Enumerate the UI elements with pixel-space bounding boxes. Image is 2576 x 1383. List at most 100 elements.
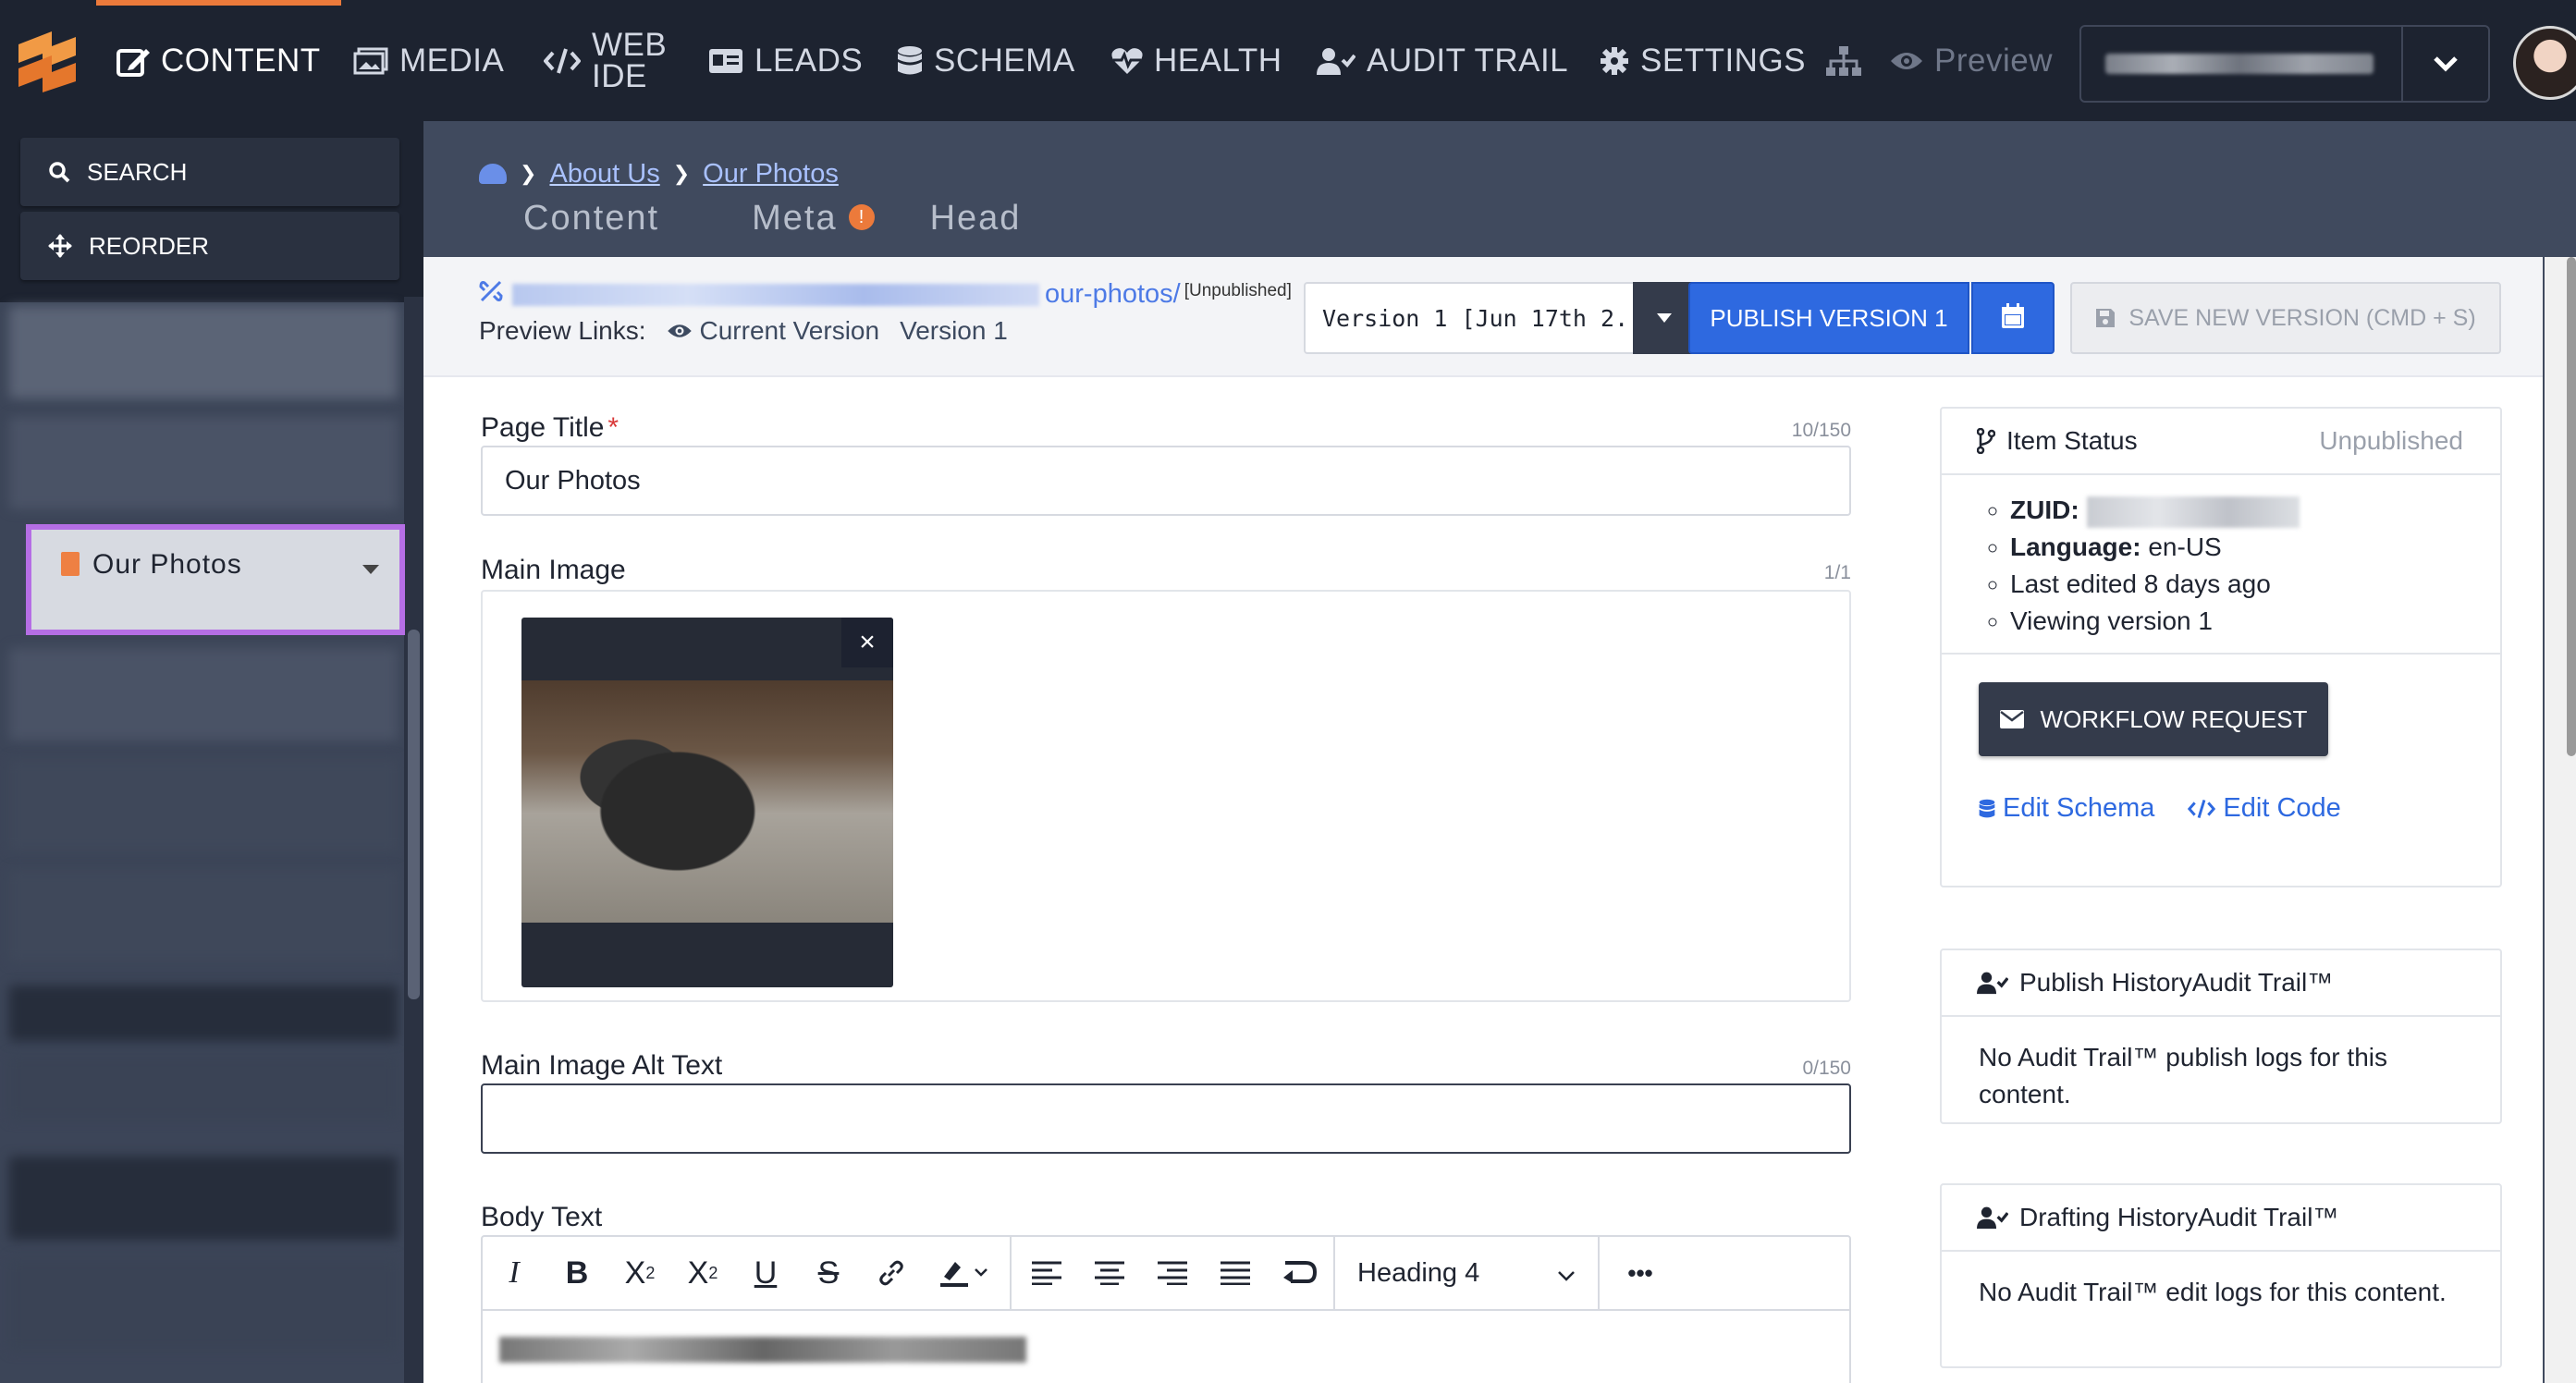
sidebar-reorder-button[interactable]: REORDER: [20, 212, 399, 280]
superscript-icon[interactable]: X2: [671, 1236, 734, 1310]
preview-links: Preview Links: Current Version Version 1: [479, 316, 1008, 346]
edit-schema-link[interactable]: Edit Schema: [1979, 793, 2171, 824]
bold-icon[interactable]: B: [546, 1236, 608, 1310]
edit-links: Edit Schema Edit Code: [1979, 793, 2500, 824]
envelope-icon: [1999, 710, 2024, 728]
edit-icon: [117, 45, 150, 77]
tree-item-blurred[interactable]: [9, 1055, 398, 1120]
tree-item-blurred[interactable]: [9, 1157, 398, 1240]
sidebar-search-button[interactable]: SEARCH: [20, 138, 399, 206]
edit-code-label: Edit Code: [2223, 793, 2341, 823]
nav-schema[interactable]: SCHEMA: [897, 0, 1075, 121]
tab-meta[interactable]: Meta !: [752, 199, 875, 245]
edit-code-link[interactable]: Edit Code: [2188, 793, 2357, 824]
tab-content[interactable]: Content: [523, 199, 659, 245]
nav-health[interactable]: HEALTH: [1111, 0, 1282, 121]
nav-leads[interactable]: LEADS: [708, 0, 863, 121]
url-path[interactable]: our-photos/: [1045, 279, 1181, 310]
preview-version-1[interactable]: Version 1: [900, 316, 1008, 346]
tree-item-blurred[interactable]: [9, 306, 398, 398]
nav-preview[interactable]: Preview: [1890, 0, 2053, 121]
sidebar-search-label: SEARCH: [87, 157, 188, 186]
highlight-icon[interactable]: [923, 1236, 1006, 1310]
zesty-logo[interactable]: [15, 28, 80, 92]
save-new-version-label: SAVE NEW VERSION (CMD + S): [2128, 304, 2476, 331]
toolbar-divider: [1598, 1236, 1600, 1310]
nav-web-ide[interactable]: WEB IDE: [544, 0, 667, 121]
zuid-value[interactable]: [2086, 496, 2300, 528]
nav-content[interactable]: CONTENT: [96, 0, 341, 121]
caret-down-icon[interactable]: [1633, 282, 1696, 354]
breadcrumb-about-us[interactable]: About Us: [549, 159, 659, 190]
wysiwyg-editor[interactable]: I B X2 X2 U S Heading 4 •••: [481, 1235, 1851, 1383]
nav-media[interactable]: MEDIA: [353, 0, 504, 121]
preview-current-version[interactable]: Current Version: [667, 316, 879, 346]
align-left-icon[interactable]: [1015, 1236, 1078, 1310]
wysiwyg-toolbar: I B X2 X2 U S Heading 4 •••: [483, 1236, 1849, 1311]
heartbeat-icon: [1111, 47, 1143, 75]
workflow-request-button[interactable]: WORKFLOW REQUEST: [1979, 682, 2328, 756]
publish-version-button[interactable]: PUBLISH VERSION 1: [1688, 282, 1969, 354]
nav-settings[interactable]: SETTINGS: [1600, 0, 1806, 121]
chevron-down-icon: [2401, 27, 2488, 101]
block-format-select[interactable]: Heading 4: [1339, 1236, 1594, 1310]
strikethrough-icon[interactable]: S: [797, 1236, 860, 1310]
link-icon[interactable]: [860, 1236, 923, 1310]
main-image-field[interactable]: ×: [481, 590, 1851, 1002]
id-card-icon: [708, 48, 743, 74]
alt-text-input[interactable]: [481, 1083, 1851, 1154]
url-blurred[interactable]: [512, 283, 1039, 306]
caret-down-icon[interactable]: [362, 565, 379, 574]
align-justify-icon[interactable]: [1204, 1236, 1267, 1310]
tree-item-our-photos[interactable]: Our Photos: [26, 524, 405, 635]
dog-photo: [521, 680, 893, 923]
more-options-icon[interactable]: •••: [1603, 1236, 1677, 1310]
instance-select[interactable]: [2079, 25, 2490, 103]
nav-audit-trail[interactable]: AUDIT TRAIL: [1317, 0, 1568, 121]
remove-image-button[interactable]: ×: [841, 618, 893, 667]
schedule-publish-button[interactable]: [1971, 282, 2055, 354]
user-avatar[interactable]: [2513, 26, 2576, 100]
dashboard-icon[interactable]: [479, 164, 507, 184]
version-select[interactable]: Version 1 [Jun 17th 2...: [1304, 282, 1635, 354]
drafting-history-title: Drafting HistoryAudit Trail™: [2019, 1203, 2339, 1231]
eye-icon: [667, 323, 693, 339]
sitemap-button[interactable]: [1825, 0, 1873, 121]
tree-item-blurred[interactable]: [9, 1258, 398, 1351]
unlink-icon: [479, 279, 503, 310]
body-text-label: Body Text: [481, 1202, 603, 1232]
nav-ide-label: IDE: [592, 57, 647, 94]
nav-leads-label: LEADS: [754, 42, 864, 79]
page-scrollbar[interactable]: [2545, 257, 2576, 1383]
tab-head[interactable]: Head: [930, 199, 1022, 245]
align-right-icon[interactable]: [1141, 1236, 1204, 1310]
last-edited-row: Last edited 8 days ago: [2010, 566, 2500, 603]
page-title-label: Page Title *: [481, 412, 619, 444]
tree-item-blurred[interactable]: [9, 417, 398, 509]
breadcrumb-our-photos[interactable]: Our Photos: [703, 159, 839, 190]
align-center-icon[interactable]: [1078, 1236, 1141, 1310]
required-marker: *: [607, 412, 619, 443]
body-text-content[interactable]: [499, 1337, 1026, 1363]
tree-item-blurred[interactable]: [9, 759, 398, 851]
page-title-input[interactable]: Our Photos: [481, 446, 1851, 516]
sidebar-scroll-thumb[interactable]: [408, 630, 420, 999]
publish-history-body: No Audit Trail™ publish logs for this co…: [1979, 1043, 2387, 1108]
image-thumbnail[interactable]: ×: [521, 618, 893, 987]
sidebar-reorder-label: REORDER: [89, 231, 210, 260]
line-break-icon[interactable]: [1267, 1236, 1330, 1310]
italic-icon[interactable]: I: [483, 1236, 546, 1310]
tree-item-blurred[interactable]: [9, 648, 398, 740]
sitemap-icon: [1825, 45, 1862, 77]
tree-item-blurred[interactable]: [9, 870, 398, 962]
tree-item-blurred[interactable]: [9, 985, 398, 1041]
subscript-icon[interactable]: X2: [608, 1236, 671, 1310]
alt-text-label: Main Image Alt Text: [481, 1050, 723, 1081]
item-status-actions: WORKFLOW REQUEST Edit Schema Edit Code: [1942, 653, 2500, 884]
item-tabs: Content Meta ! Head: [523, 199, 1113, 245]
underline-icon[interactable]: U: [734, 1236, 797, 1310]
user-check-icon: [1977, 971, 2008, 995]
publish-history-card: Publish HistoryAudit Trail™ No Audit Tra…: [1940, 949, 2502, 1124]
save-new-version-button[interactable]: SAVE NEW VERSION (CMD + S): [2070, 282, 2501, 354]
page-scroll-thumb[interactable]: [2567, 257, 2576, 756]
